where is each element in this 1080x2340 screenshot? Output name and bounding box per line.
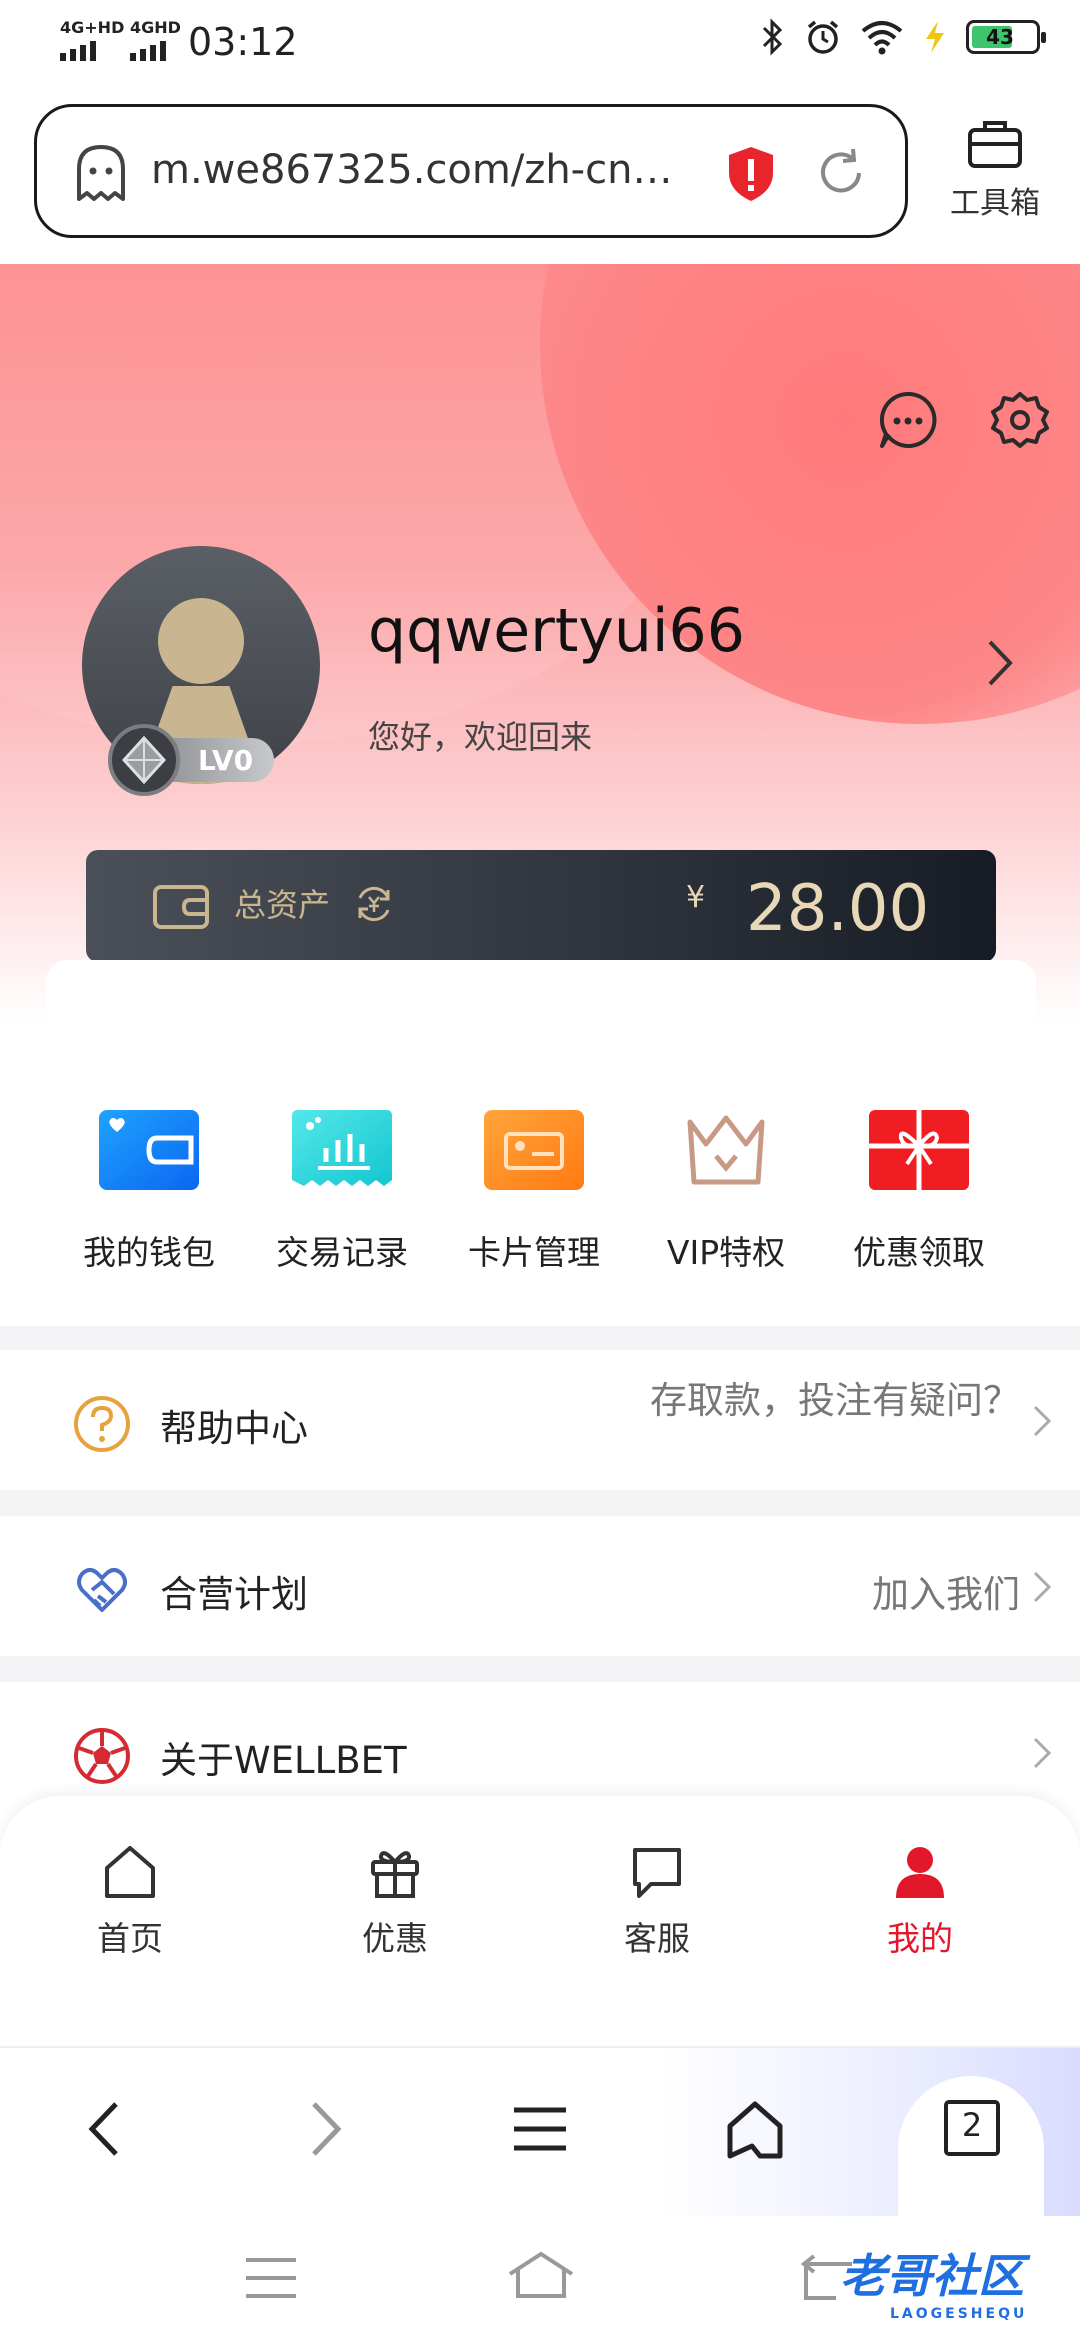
- refresh-currency-icon[interactable]: [352, 882, 396, 926]
- nav-support-label: 客服: [624, 1919, 690, 1958]
- help-center-label: 帮助中心: [160, 1407, 308, 1450]
- nav-promotions-label: 优惠: [362, 1919, 428, 1958]
- recents-icon[interactable]: [244, 2256, 298, 2300]
- nav-home[interactable]: 首页: [55, 1844, 205, 1960]
- back-arrow-icon[interactable]: [84, 2098, 124, 2160]
- list-item-help-center[interactable]: 帮助中心 存取款，投注有疑问？: [0, 1350, 1080, 1490]
- currency-symbol: ¥: [686, 880, 706, 915]
- quick-menu-label: 交易记录: [276, 1233, 408, 1272]
- nav-mine[interactable]: 我的: [845, 1844, 995, 1960]
- alarm-icon: [807, 20, 839, 54]
- level-gem-icon: [108, 724, 180, 796]
- signal-1-label: 4G+HD: [60, 18, 125, 37]
- gear-icon[interactable]: [990, 390, 1050, 450]
- nav-mine-label: 我的: [887, 1919, 953, 1958]
- nav-home-label: 首页: [97, 1919, 163, 1958]
- quick-menu-vip[interactable]: VIP特权: [641, 1110, 811, 1274]
- quick-menu-cards[interactable]: 卡片管理: [449, 1110, 619, 1274]
- chevron-right-icon: [1033, 1571, 1052, 1603]
- total-assets-amount: 28.00: [746, 872, 930, 946]
- chevron-right-icon: [1033, 1405, 1052, 1437]
- quick-menu-label: VIP特权: [666, 1233, 786, 1272]
- wallet-card-icon: [99, 1110, 199, 1190]
- total-assets-label: 总资产: [234, 886, 331, 924]
- level-badge: LV0: [108, 724, 278, 796]
- quick-menu-label: 优惠领取: [853, 1233, 985, 1272]
- list-item-partnership[interactable]: 合营计划 加入我们: [0, 1516, 1080, 1656]
- gift-box-icon: [869, 1110, 969, 1190]
- watermark-subtext: LAOGESHEQU: [890, 2306, 1028, 2322]
- browser-toolbar: 2: [0, 2046, 1080, 2222]
- quick-menu-label: 卡片管理: [468, 1233, 600, 1272]
- message-icon[interactable]: [878, 390, 938, 450]
- partnership-label: 合营计划: [160, 1573, 308, 1616]
- quick-menu-transactions[interactable]: 交易记录: [257, 1110, 427, 1274]
- level-label: LV0: [198, 744, 254, 777]
- soccer-ball-icon: [74, 1728, 130, 1784]
- bluetooth-icon: [762, 18, 783, 56]
- address-bar[interactable]: m.we867325.com/zh-cn…: [34, 104, 908, 238]
- username[interactable]: qqwertyui66: [368, 596, 745, 666]
- system-home-icon[interactable]: [506, 2250, 576, 2300]
- partnership-desc: 加入我们: [872, 1573, 1020, 1616]
- ghost-icon: [77, 145, 125, 201]
- signal-strength-1: 4G+HD: [60, 18, 124, 61]
- gift-icon: [371, 1851, 419, 1898]
- nav-support[interactable]: 客服: [582, 1844, 732, 1960]
- chat-icon: [633, 1848, 681, 1898]
- home-icon: [105, 1846, 155, 1898]
- quick-menu-label: 我的钱包: [83, 1233, 215, 1272]
- user-icon: [896, 1847, 944, 1898]
- battery-level: 43: [986, 25, 1014, 49]
- signal-2-label: 4GHD: [130, 18, 181, 37]
- charging-bolt-icon: [926, 21, 944, 53]
- nav-promotions[interactable]: 优惠: [320, 1844, 470, 1960]
- tab-count: 2: [961, 2106, 983, 2144]
- tabs-button[interactable]: 2: [898, 2076, 1044, 2222]
- forward-arrow-icon[interactable]: [306, 2098, 346, 2160]
- quick-menu-wallet[interactable]: 我的钱包: [64, 1110, 234, 1274]
- card-manage-icon: [484, 1110, 584, 1190]
- divider: [0, 1656, 1080, 1682]
- profile-header: LV0 qqwertyui66 您好，欢迎回来 总资产 ¥ 28.00: [0, 264, 1080, 1024]
- toolbox-icon: [968, 121, 1022, 168]
- status-icons: 43: [760, 18, 1046, 56]
- browser-home-icon[interactable]: [724, 2098, 786, 2160]
- wifi-icon: [861, 21, 903, 55]
- chevron-right-icon: [1033, 1737, 1052, 1769]
- about-label: 关于WELLBET: [160, 1739, 407, 1782]
- handshake-icon: [77, 1568, 127, 1612]
- watermark-text: 老哥社区: [840, 2249, 1024, 2303]
- divider: [0, 1490, 1080, 1516]
- battery-indicator: 43: [966, 20, 1046, 54]
- question-circle-icon: [74, 1396, 130, 1452]
- divider: [0, 1326, 1080, 1350]
- receipt-chart-icon: [292, 1110, 392, 1186]
- chevron-right-icon[interactable]: [984, 636, 1018, 690]
- status-bar: 4G+HD 4GHD 03:12 43: [0, 0, 1080, 90]
- total-assets-card[interactable]: 总资产 ¥ 28.00: [86, 850, 996, 962]
- help-center-desc: 存取款，投注有疑问？: [650, 1379, 1020, 1422]
- clock: 03:12: [188, 20, 298, 64]
- signal-strength-2: 4GHD: [130, 18, 181, 61]
- greeting-text: 您好，欢迎回来: [368, 718, 593, 756]
- toolbox-label: 工具箱: [950, 186, 1040, 221]
- watermark-logo: 老哥社区 LAOGESHEQU: [840, 2240, 1027, 2322]
- reload-icon[interactable]: [813, 145, 869, 201]
- wallet-icon: [153, 885, 209, 929]
- crown-icon: [687, 1115, 765, 1185]
- toolbox-button[interactable]: 工具箱: [940, 118, 1050, 222]
- quick-menu-promo[interactable]: 优惠领取: [834, 1110, 1004, 1274]
- app-bottom-nav: 首页 优惠 客服 我的: [0, 1796, 1080, 2046]
- security-shield-icon[interactable]: [725, 145, 777, 203]
- url-text[interactable]: m.we867325.com/zh-cn…: [151, 147, 672, 193]
- menu-icon[interactable]: [512, 2098, 568, 2160]
